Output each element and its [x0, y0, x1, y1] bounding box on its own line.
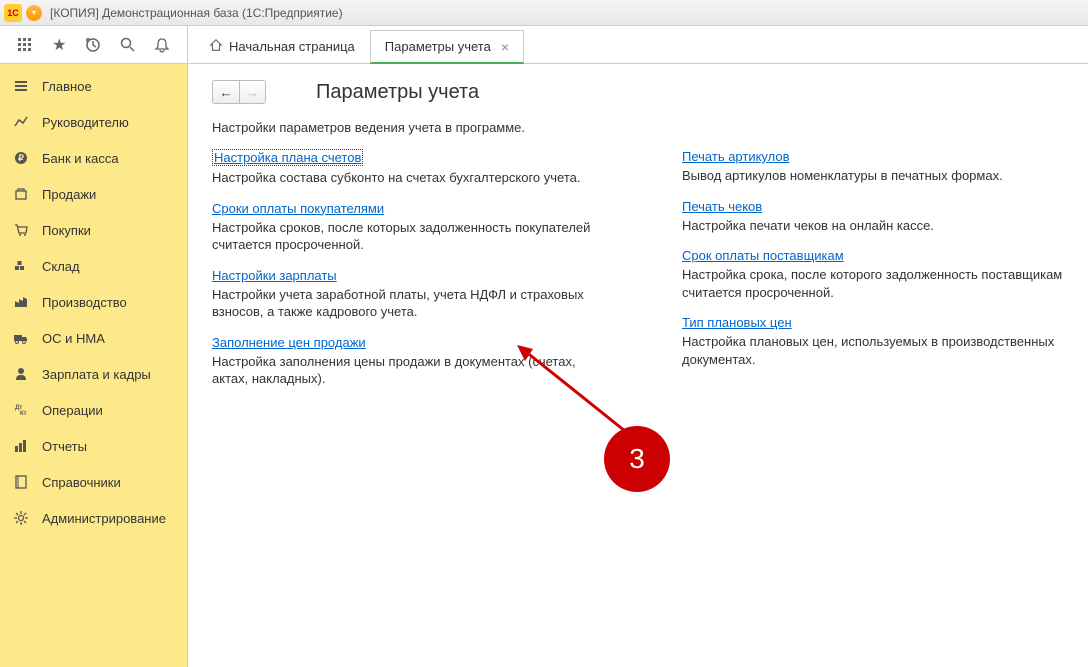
nav-back-button[interactable]: ←: [213, 81, 239, 103]
warehouse-icon: [12, 257, 30, 275]
tabs: Начальная страница Параметры учета ×: [188, 26, 524, 63]
link-salary-settings[interactable]: Настройки зарплаты: [212, 268, 337, 283]
link-payment-terms-suppliers[interactable]: Срок оплаты поставщикам: [682, 248, 844, 263]
sidebar-label: Продажи: [42, 187, 96, 202]
home-icon: [209, 38, 223, 55]
ruble-icon: ₽: [12, 149, 30, 167]
bell-icon[interactable]: [150, 33, 174, 57]
chart-line-icon: [12, 113, 30, 131]
sidebar-item-warehouse[interactable]: Склад: [0, 248, 187, 284]
param-desc: Настройка сроков, после которых задолжен…: [212, 219, 612, 254]
sidebar-item-operations[interactable]: ДтКт Операции: [0, 392, 187, 428]
svg-text:₽: ₽: [18, 153, 24, 163]
sidebar-label: Администрирование: [42, 511, 166, 526]
truck-icon: [12, 329, 30, 347]
sidebar: Главное Руководителю ₽ Банк и касса Прод…: [0, 64, 188, 667]
param-desc: Настройка срока, после которого задолжен…: [682, 266, 1082, 301]
sidebar-item-admin[interactable]: Администрирование: [0, 500, 187, 536]
link-sales-prices[interactable]: Заполнение цен продажи: [212, 335, 366, 350]
titlebar-text: [КОПИЯ] Демонстрационная база (1С:Предпр…: [50, 6, 343, 20]
columns: Настройка плана счетов Настройка состава…: [212, 149, 1064, 402]
tab-close-icon[interactable]: ×: [501, 39, 509, 55]
param-block: Срок оплаты поставщикам Настройка срока,…: [682, 248, 1082, 301]
sidebar-item-sales[interactable]: Продажи: [0, 176, 187, 212]
tab-params-label: Параметры учета: [385, 39, 491, 54]
sidebar-item-assets[interactable]: ОС и НМА: [0, 320, 187, 356]
param-block: Сроки оплаты покупателями Настройка срок…: [212, 201, 612, 254]
cart-icon: [12, 221, 30, 239]
titlebar-dropdown-icon[interactable]: ▾: [26, 5, 42, 21]
person-icon: [12, 365, 30, 383]
param-desc: Настройка состава субконто на счетах бух…: [212, 169, 612, 187]
apps-icon[interactable]: [13, 33, 37, 57]
app-logo-icon: 1C: [4, 4, 22, 22]
gear-icon: [12, 509, 30, 527]
param-block: Настройки зарплаты Настройки учета зараб…: [212, 268, 612, 321]
link-chart-of-accounts[interactable]: Настройка плана счетов: [212, 149, 363, 166]
svg-text:Кт: Кт: [20, 411, 27, 417]
history-icon[interactable]: [81, 33, 105, 57]
sidebar-label: Склад: [42, 259, 80, 274]
star-icon[interactable]: ★: [47, 33, 71, 57]
sidebar-item-purchases[interactable]: Покупки: [0, 212, 187, 248]
sidebar-item-catalogs[interactable]: Справочники: [0, 464, 187, 500]
link-print-receipts[interactable]: Печать чеков: [682, 199, 762, 214]
right-column: Печать артикулов Вывод артикулов номенкл…: [682, 149, 1082, 402]
sidebar-item-bank[interactable]: ₽ Банк и касса: [0, 140, 187, 176]
content: ← → Параметры учета Настройки параметров…: [188, 64, 1088, 667]
param-desc: Настройка плановых цен, используемых в п…: [682, 333, 1082, 368]
titlebar: 1C ▾ [КОПИЯ] Демонстрационная база (1С:П…: [0, 0, 1088, 26]
sidebar-item-salary[interactable]: Зарплата и кадры: [0, 356, 187, 392]
param-block: Тип плановых цен Настройка плановых цен,…: [682, 315, 1082, 368]
tab-home[interactable]: Начальная страница: [194, 29, 370, 63]
sidebar-label: Зарплата и кадры: [42, 367, 151, 382]
param-block: Заполнение цен продажи Настройка заполне…: [212, 335, 612, 388]
bars-icon: [12, 437, 30, 455]
sales-icon: [12, 185, 30, 203]
sidebar-label: Справочники: [42, 475, 121, 490]
link-print-articles[interactable]: Печать артикулов: [682, 149, 790, 164]
sidebar-label: Главное: [42, 79, 92, 94]
factory-icon: [12, 293, 30, 311]
page-title: Параметры учета: [316, 81, 479, 104]
sidebar-item-production[interactable]: Производство: [0, 284, 187, 320]
param-desc: Настройка заполнения цены продажи в доку…: [212, 353, 612, 388]
sidebar-label: Операции: [42, 403, 103, 418]
sidebar-item-reports[interactable]: Отчеты: [0, 428, 187, 464]
nav-forward-button[interactable]: →: [239, 81, 265, 103]
search-icon[interactable]: [116, 33, 140, 57]
annotation-badge: 3: [604, 426, 670, 492]
param-desc: Настройки учета заработной платы, учета …: [212, 286, 612, 321]
param-block: Печать чеков Настройка печати чеков на о…: [682, 199, 1082, 235]
toolbar: ★ Начальная страница Параметры учета ×: [0, 26, 1088, 64]
nav-arrows: ← →: [212, 80, 266, 104]
link-planned-prices[interactable]: Тип плановых цен: [682, 315, 792, 330]
sidebar-label: Руководителю: [42, 115, 129, 130]
link-payment-terms-customers[interactable]: Сроки оплаты покупателями: [212, 201, 384, 216]
param-desc: Настройка печати чеков на онлайн кассе.: [682, 217, 1082, 235]
sidebar-item-manager[interactable]: Руководителю: [0, 104, 187, 140]
toolbar-left: ★: [0, 26, 188, 63]
param-block: Настройка плана счетов Настройка состава…: [212, 149, 612, 187]
operations-icon: ДтКт: [12, 401, 30, 419]
sidebar-label: ОС и НМА: [42, 331, 105, 346]
sidebar-item-main[interactable]: Главное: [0, 68, 187, 104]
param-desc: Вывод артикулов номенклатуры в печатных …: [682, 167, 1082, 185]
tab-home-label: Начальная страница: [229, 39, 355, 54]
book-icon: [12, 473, 30, 491]
sidebar-label: Производство: [42, 295, 127, 310]
menu-icon: [12, 77, 30, 95]
sidebar-label: Отчеты: [42, 439, 87, 454]
sidebar-label: Банк и касса: [42, 151, 119, 166]
left-column: Настройка плана счетов Настройка состава…: [212, 149, 612, 402]
tab-params[interactable]: Параметры учета ×: [370, 30, 524, 64]
sidebar-label: Покупки: [42, 223, 91, 238]
content-description: Настройки параметров ведения учета в про…: [212, 120, 1064, 135]
param-block: Печать артикулов Вывод артикулов номенкл…: [682, 149, 1082, 185]
content-header: ← → Параметры учета: [212, 80, 1064, 104]
